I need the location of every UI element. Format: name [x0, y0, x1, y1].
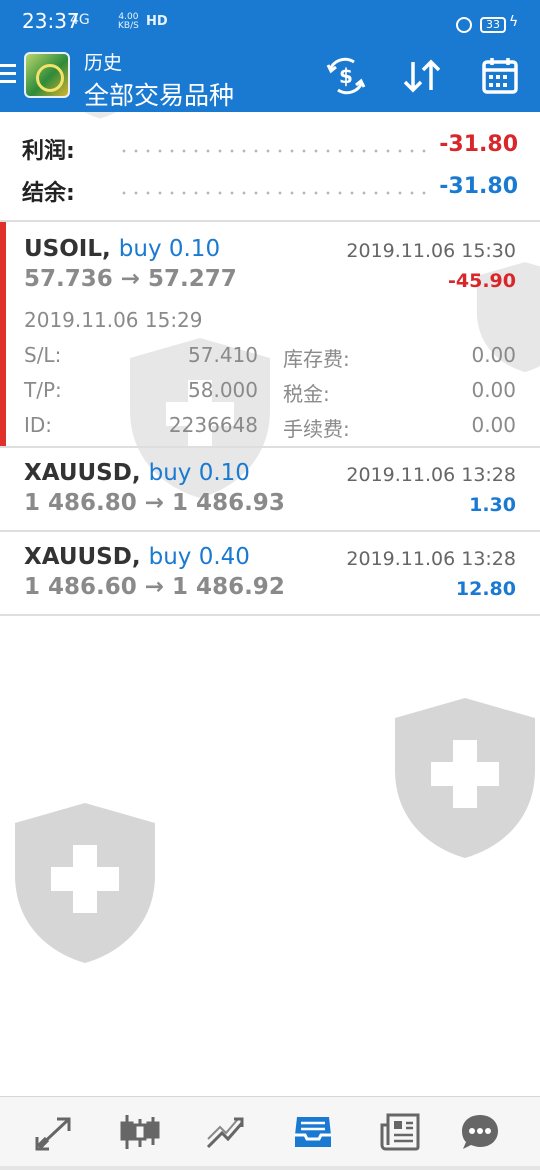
- profit-row: 利润: -31.80: [0, 125, 540, 167]
- loss-indicator: [0, 222, 6, 446]
- trade-symbol: XAUUSD, buy 0.40: [24, 544, 250, 570]
- id-value: 2236648: [168, 413, 258, 437]
- menu-icon[interactable]: [0, 64, 16, 88]
- trade-row[interactable]: XAUUSD, buy 0.40 2019.11.06 13:28 1 486.…: [0, 532, 540, 614]
- trade-side: buy 0.10: [148, 460, 250, 486]
- history-icon[interactable]: [291, 1111, 335, 1153]
- balance-label: 结余:: [22, 181, 75, 206]
- trade-side: buy 0.10: [118, 236, 221, 262]
- tax-value: 0.00: [471, 378, 516, 402]
- app-screen: 23:37 4G 4.00 KB/S HD 33 ϟ 历史 全部交易品种 $ 利…: [0, 0, 540, 1170]
- dotted-leader: [118, 191, 433, 195]
- trade-icon[interactable]: [204, 1111, 248, 1153]
- trade-profit: -45.90: [448, 270, 516, 292]
- swap-label: 库存费:: [283, 347, 350, 371]
- open-time: 2019.11.06 15:29: [24, 308, 203, 332]
- id-label: ID:: [24, 413, 53, 437]
- trade-profit: 12.80: [455, 578, 516, 600]
- system-nav-bar: [0, 1166, 540, 1170]
- trade-prices: 1 486.80 → 1 486.93: [24, 490, 285, 516]
- tp-label: T/P:: [24, 378, 62, 402]
- swap-value: 0.00: [471, 343, 516, 367]
- metatrader-logo: [24, 52, 70, 98]
- trade-row[interactable]: XAUUSD, buy 0.10 2019.11.06 13:28 1 486.…: [0, 448, 540, 530]
- signal-icon: 4G: [70, 12, 90, 28]
- trade-symbol: XAUUSD, buy 0.10: [24, 460, 250, 486]
- tp-value: 58.000: [188, 378, 258, 402]
- balance-value: -31.80: [439, 174, 518, 199]
- profit-value: -31.80: [439, 132, 518, 157]
- quotes-icon[interactable]: [33, 1111, 77, 1153]
- currency-exchange-icon[interactable]: $: [324, 56, 368, 96]
- news-icon[interactable]: [378, 1111, 422, 1153]
- sort-icon[interactable]: [400, 56, 444, 96]
- tax-label: 税金:: [283, 382, 330, 406]
- commission-label: 手续费:: [283, 417, 350, 441]
- close-time: 2019.11.06 13:28: [346, 548, 516, 570]
- symbol-text: XAUUSD,: [24, 544, 141, 570]
- watermark-shield-icon: [395, 698, 535, 858]
- svg-text:$: $: [339, 64, 353, 88]
- status-bar: 23:37 4G 4.00 KB/S HD 33 ϟ: [0, 0, 540, 40]
- app-header: 23:37 4G 4.00 KB/S HD 33 ϟ 历史 全部交易品种 $: [0, 0, 540, 112]
- trade-profit: 1.30: [469, 494, 516, 516]
- dotted-leader: [118, 149, 433, 153]
- chart-icon[interactable]: [118, 1111, 162, 1153]
- hd-badge: HD: [146, 14, 168, 29]
- lock-icon: [456, 17, 472, 33]
- symbol-filter[interactable]: 全部交易品种: [84, 76, 234, 112]
- sl-label: S/L:: [24, 343, 62, 367]
- battery-icon: 33: [480, 17, 506, 33]
- chat-icon[interactable]: [458, 1111, 502, 1153]
- symbol-text: XAUUSD,: [24, 460, 141, 486]
- calendar-icon[interactable]: [478, 56, 522, 96]
- speed-unit: KB/S: [118, 21, 139, 31]
- symbol-text: USOIL,: [24, 236, 111, 262]
- divider: [0, 614, 540, 616]
- balance-row: 结余: -31.80: [0, 167, 540, 209]
- trade-prices: 1 486.60 → 1 486.92: [24, 574, 285, 600]
- trade-row-expanded[interactable]: USOIL, buy 0.10 2019.11.06 15:30 57.736 …: [0, 222, 540, 446]
- profit-label: 利润:: [22, 139, 75, 164]
- close-time: 2019.11.06 15:30: [346, 240, 516, 262]
- close-time: 2019.11.06 13:28: [346, 464, 516, 486]
- trade-symbol: USOIL, buy 0.10: [24, 236, 220, 262]
- charging-icon: ϟ: [509, 14, 519, 30]
- network-speed: 4.00 KB/S: [118, 13, 139, 31]
- commission-value: 0.00: [471, 413, 516, 437]
- trade-prices: 57.736 → 57.277: [24, 266, 237, 292]
- bottom-navigation: [0, 1096, 540, 1170]
- sl-value: 57.410: [188, 343, 258, 367]
- watermark-shield-icon: [15, 803, 155, 963]
- page-title: 历史: [84, 52, 123, 74]
- trade-side: buy 0.40: [148, 544, 250, 570]
